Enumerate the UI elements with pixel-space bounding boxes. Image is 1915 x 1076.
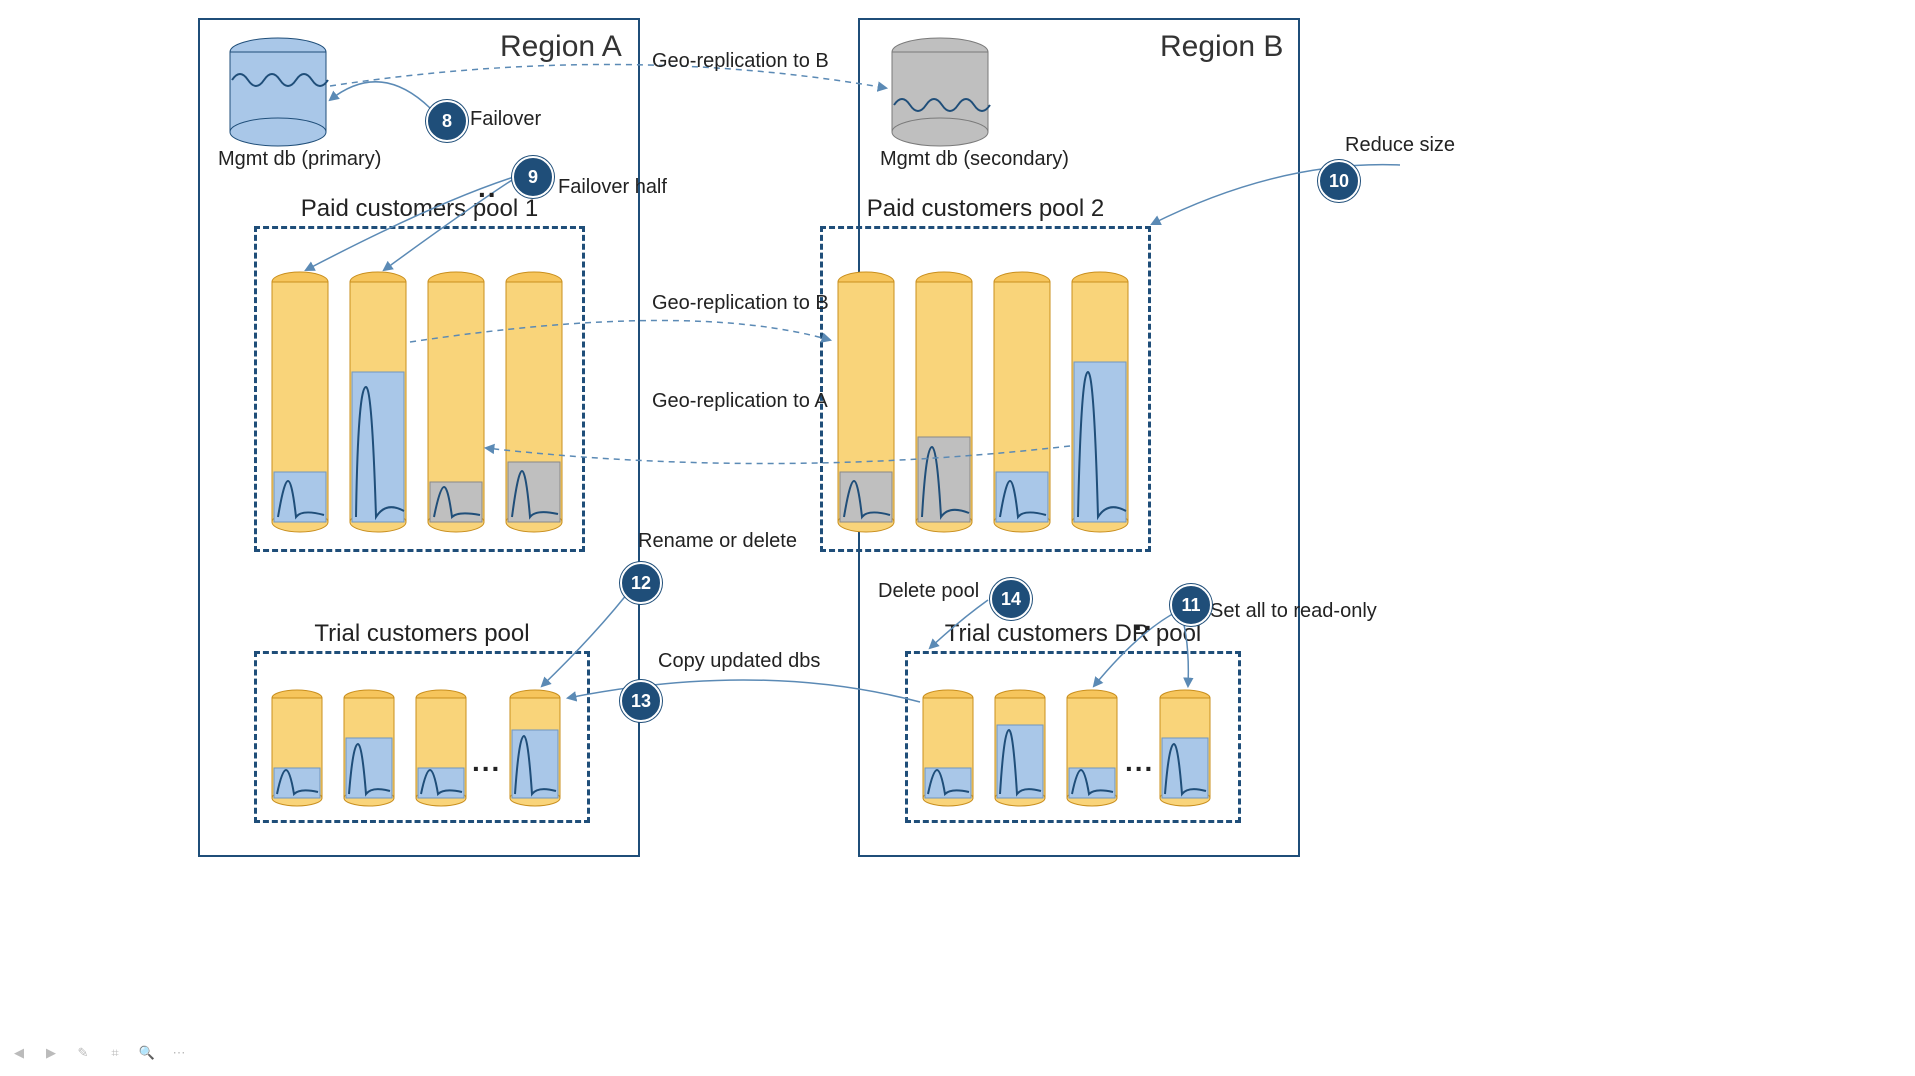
paid-pool-2: Paid customers pool 2: [820, 226, 1151, 552]
label-failover: Failover: [470, 108, 541, 131]
label-rename-delete: Rename or delete: [638, 530, 797, 553]
trial-pool-b: Trial customers DR pool: [905, 651, 1241, 823]
step-8: 8: [426, 100, 468, 142]
label-copy-updated: Copy updated dbs: [658, 650, 820, 673]
prev-icon[interactable]: ◀: [6, 1040, 32, 1066]
step-9: 9: [512, 156, 554, 198]
label-geo-b-top: Geo-replication to B: [652, 50, 829, 73]
mgmt-db-secondary-caption: Mgmt db (secondary): [880, 148, 1069, 171]
diagram-stage: Region A Region B Paid customers pool 1 …: [0, 0, 1915, 1076]
label-failover-half: Failover half: [558, 176, 667, 199]
ellipsis-trialB-top: ..: [1134, 605, 1154, 637]
paid-pool-1: Paid customers pool 1: [254, 226, 585, 552]
label-geo-a: Geo-replication to A: [652, 390, 828, 413]
grid-icon[interactable]: ⌗: [102, 1040, 128, 1066]
trial-pool-a: Trial customers pool: [254, 651, 590, 823]
mgmt-db-primary-caption: Mgmt db (primary): [218, 148, 381, 171]
paid-pool-1-title: Paid customers pool 1: [257, 195, 582, 223]
region-a-title: Region A: [500, 30, 622, 64]
label-set-readonly: Set all to read-only: [1210, 600, 1377, 623]
step-10: 10: [1318, 160, 1360, 202]
zoom-icon[interactable]: 🔍: [134, 1040, 160, 1066]
step-11: 11: [1170, 584, 1212, 626]
label-delete-pool: Delete pool: [878, 580, 979, 603]
ellipsis-trialB: ...: [1125, 746, 1154, 778]
paid-pool-2-title: Paid customers pool 2: [823, 195, 1148, 223]
next-icon[interactable]: ▶: [38, 1040, 64, 1066]
ellipsis-paid1: ..: [478, 172, 498, 204]
region-b-title: Region B: [1160, 30, 1283, 64]
viewer-toolbar: ◀ ▶ ✎ ⌗ 🔍 ⋯: [6, 1040, 192, 1066]
pen-icon[interactable]: ✎: [70, 1040, 96, 1066]
ellipsis-trialA: ...: [472, 746, 501, 778]
step-14: 14: [990, 578, 1032, 620]
more-icon[interactable]: ⋯: [166, 1040, 192, 1066]
step-12: 12: [620, 562, 662, 604]
trial-pool-a-title: Trial customers pool: [257, 620, 587, 648]
step-13: 13: [620, 680, 662, 722]
label-geo-b-mid: Geo-replication to B: [652, 292, 829, 315]
label-reduce-size: Reduce size: [1345, 134, 1455, 157]
